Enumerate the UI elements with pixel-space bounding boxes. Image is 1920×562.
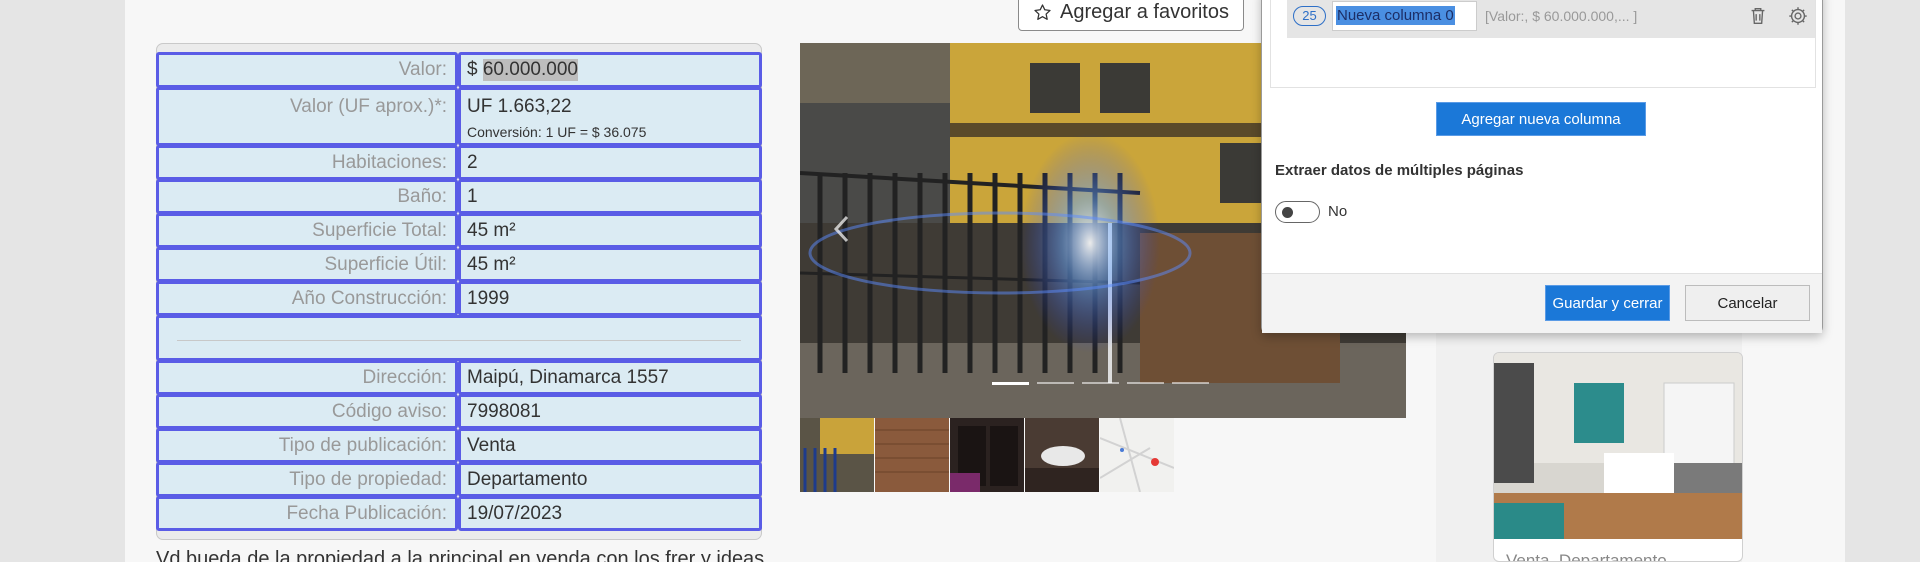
slide-dot[interactable] xyxy=(1037,382,1074,384)
column-name-input[interactable]: Nueva columna 0 xyxy=(1332,0,1477,31)
trash-icon[interactable] xyxy=(1747,5,1769,27)
thumbnail[interactable] xyxy=(875,418,949,492)
divider xyxy=(177,340,741,341)
detail-label: Valor (UF aprox.)*: xyxy=(156,87,458,146)
map-thumbnail[interactable] xyxy=(1100,418,1174,492)
detail-label: Superficie Útil: xyxy=(156,247,458,282)
thumbnail[interactable] xyxy=(950,418,1024,492)
chevron-left-icon xyxy=(833,215,849,243)
detail-row: Código aviso: 7998081 xyxy=(156,394,762,429)
detail-label: Tipo de propiedad: xyxy=(156,462,458,497)
detail-label: Superficie Total: xyxy=(156,213,458,248)
separator-cell xyxy=(156,315,762,361)
listing-card-caption: Venta, Departamento xyxy=(1506,551,1667,562)
add-favorites-label: Agregar a favoritos xyxy=(1060,1,1229,23)
multi-page-title: Extraer datos de múltiples páginas xyxy=(1275,162,1524,179)
slide-dot[interactable] xyxy=(992,382,1029,385)
detail-label: Habitaciones: xyxy=(156,145,458,180)
detail-label: Año Construcción: xyxy=(156,281,458,316)
detail-label: Código aviso: xyxy=(156,394,458,429)
thumbnail-strip xyxy=(800,418,1174,492)
detail-value: 1999 xyxy=(458,281,762,316)
detail-row: Año Construcción: 1999 xyxy=(156,281,762,316)
detail-label: Baño: xyxy=(156,179,458,214)
detail-value: 7998081 xyxy=(458,394,762,429)
thumbnail[interactable] xyxy=(800,418,874,492)
thumbnail[interactable] xyxy=(1025,418,1099,492)
detail-value: UF 1.663,22 Conversión: 1 UF = $ 36.075 xyxy=(458,87,762,146)
detail-value: 45 m² xyxy=(458,213,762,248)
detail-separator-row xyxy=(156,315,762,361)
detail-value: Venta xyxy=(458,428,762,463)
detail-value: 45 m² xyxy=(458,247,762,282)
description-text: Vd bueda de la propiedad a la principal … xyxy=(156,548,765,562)
save-and-close-button[interactable]: Guardar y cerrar xyxy=(1545,285,1670,321)
column-list: 25 Nueva columna 0 [Valor:, $ 60.000.000… xyxy=(1270,0,1816,88)
detail-value: Maipú, Dinamarca 1557 xyxy=(458,360,762,395)
detail-row: Superficie Útil: 45 m² xyxy=(156,247,762,282)
slide-indicator xyxy=(992,382,1209,385)
star-icon xyxy=(1034,4,1051,20)
detail-row: Tipo de propiedad: Departamento xyxy=(156,462,762,497)
column-name-text: Nueva columna 0 xyxy=(1336,6,1455,25)
detail-label: Valor: xyxy=(156,52,458,88)
prev-slide-arrow[interactable] xyxy=(832,214,852,249)
detail-value: $ 60.000.000 xyxy=(458,52,762,88)
detail-row-valor: Valor: $ 60.000.000 xyxy=(156,52,762,88)
add-favorites-button[interactable]: Agregar a favoritos xyxy=(1018,0,1244,31)
detail-row: Superficie Total: 45 m² xyxy=(156,213,762,248)
column-preview: [Valor:, $ 60.000.000,... ] xyxy=(1485,7,1638,24)
column-row: 25 Nueva columna 0 [Valor:, $ 60.000.000… xyxy=(1287,0,1815,38)
detail-value: 19/07/2023 xyxy=(458,496,762,531)
uf-conversion: Conversión: 1 UF = $ 36.075 xyxy=(467,124,647,140)
uf-value: UF 1.663,22 xyxy=(467,96,572,117)
detail-row: Baño: 1 xyxy=(156,179,762,214)
listing-card[interactable]: Venta, Departamento xyxy=(1493,352,1743,562)
listing-card-photo xyxy=(1494,353,1742,539)
cancel-button[interactable]: Cancelar xyxy=(1685,285,1810,321)
detail-label: Dirección: xyxy=(156,360,458,395)
detail-row: Dirección: Maipú, Dinamarca 1557 xyxy=(156,360,762,395)
gear-icon[interactable] xyxy=(1787,5,1809,27)
column-count-badge: 25 xyxy=(1293,5,1326,26)
multi-page-toggle[interactable] xyxy=(1275,201,1320,223)
detail-label: Fecha Publicación: xyxy=(156,496,458,531)
detail-value: 2 xyxy=(458,145,762,180)
detail-row: Fecha Publicación: 19/07/2023 xyxy=(156,496,762,531)
slide-dot[interactable] xyxy=(1127,382,1164,384)
multi-page-toggle-label: No xyxy=(1328,203,1348,220)
detail-value: Departamento xyxy=(458,462,762,497)
slide-dot[interactable] xyxy=(1172,382,1209,384)
column-config-dialog: 25 Nueva columna 0 [Valor:, $ 60.000.000… xyxy=(1261,0,1823,333)
detail-row: Habitaciones: 2 xyxy=(156,145,762,180)
add-column-button[interactable]: Agregar nueva columna xyxy=(1436,102,1646,136)
detail-row: Tipo de publicación: Venta xyxy=(156,428,762,463)
currency-symbol: $ xyxy=(467,59,478,80)
detail-value: 1 xyxy=(458,179,762,214)
detail-label: Tipo de publicación: xyxy=(156,428,458,463)
detail-row-uf: Valor (UF aprox.)*: UF 1.663,22 Conversi… xyxy=(156,87,762,146)
slide-dot[interactable] xyxy=(1082,382,1119,384)
price-value: 60.000.000 xyxy=(482,59,578,81)
